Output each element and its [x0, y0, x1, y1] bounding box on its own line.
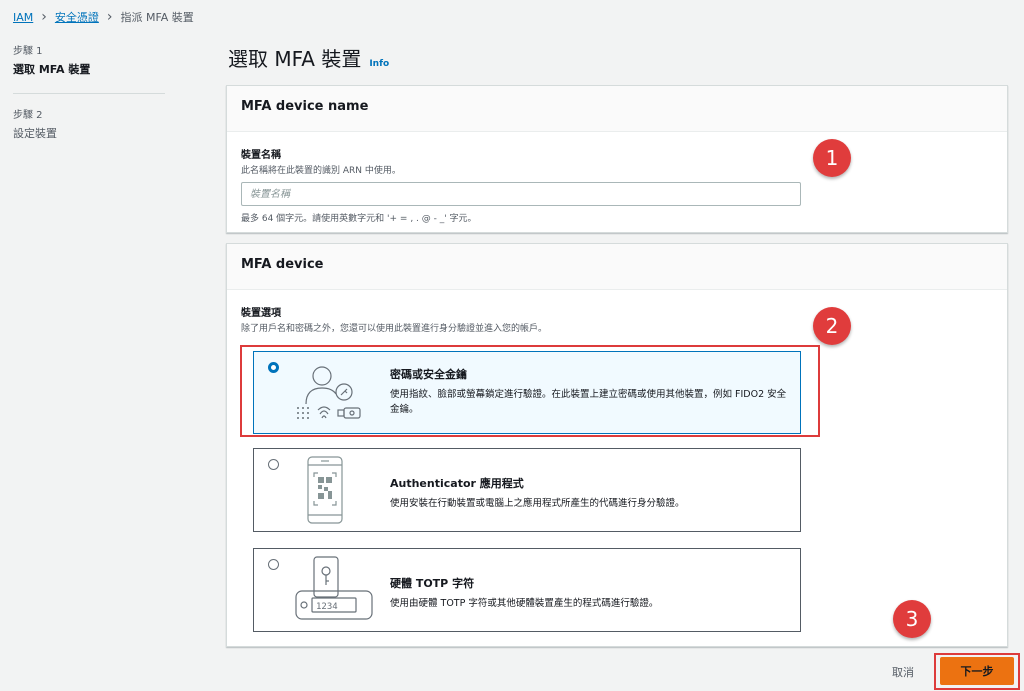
- option-authenticator-app[interactable]: Authenticator 應用程式 使用安裝在行動裝置或電腦上之應用程式所產生…: [253, 448, 801, 532]
- device-name-input[interactable]: [241, 182, 801, 206]
- step-1-label: 步驟 1: [13, 46, 43, 57]
- mfa-device-name-panel: MFA device name 裝置名稱 此名稱將在此裝置的識別 ARN 中使用…: [226, 85, 1008, 233]
- passkey-icon: [297, 366, 361, 419]
- option-hardware-totp-text: 硬體 TOTP 字符 使用由硬體 TOTP 字符或其他硬體裝置產生的程式碼進行驗…: [390, 575, 790, 612]
- panel-body: 裝置選項 除了用戶名和密碼之外，您還可以使用此裝置進行身分驗證並進入您的帳戶。: [227, 290, 1007, 348]
- breadcrumb-iam-link[interactable]: IAM: [13, 11, 33, 24]
- step-2-label: 步驟 2: [13, 110, 43, 121]
- panel-header: MFA device name: [227, 86, 1007, 132]
- breadcrumb-current: 指派 MFA 裝置: [120, 11, 194, 24]
- option-passkey-title: 密碼或安全金鑰: [390, 368, 467, 381]
- option-authenticator-app-text: Authenticator 應用程式 使用安裝在行動裝置或電腦上之應用程式所產生…: [390, 475, 790, 512]
- breadcrumb-security-credentials-link[interactable]: 安全憑證: [55, 9, 99, 25]
- step-1-title: 選取 MFA 裝置: [13, 63, 91, 76]
- breadcrumb: IAM › 安全憑證 › 指派 MFA 裝置: [13, 9, 194, 25]
- info-link[interactable]: Info: [369, 59, 389, 69]
- cancel-button[interactable]: 取消: [892, 664, 914, 680]
- next-button[interactable]: 下一步: [940, 657, 1014, 685]
- device-options-label: 裝置選項: [241, 308, 281, 319]
- option-passkey-description: 使用指紋、臉部或螢幕鎖定進行驗證。在此裝置上建立密碼或使用其他裝置，例如 FID…: [390, 389, 787, 415]
- step-2: 步驟 2 設定裝置: [13, 106, 165, 141]
- wizard-steps: 步驟 1 選取 MFA 裝置 步驟 2 設定裝置: [13, 42, 165, 141]
- chevron-right-icon: ›: [41, 9, 47, 25]
- option-passkey-text: 密碼或安全金鑰 使用指紋、臉部或螢幕鎖定進行驗證。在此裝置上建立密碼或使用其他裝…: [390, 366, 790, 417]
- hardware-token-icon: 1234: [295, 556, 373, 620]
- option-hardware-totp-description: 使用由硬體 TOTP 字符或其他硬體裝置產生的程式碼進行驗證。: [390, 598, 659, 609]
- option-authenticator-app-title: Authenticator 應用程式: [390, 477, 524, 490]
- option-hardware-totp-title: 硬體 TOTP 字符: [390, 577, 475, 590]
- annotation-badge-2: 2: [813, 307, 851, 345]
- authenticator-app-icon: [307, 456, 343, 524]
- step-divider: [13, 93, 165, 94]
- radio-hardware-totp[interactable]: [268, 559, 279, 570]
- device-name-constraint: 最多 64 個字元。請使用英數字元和 '+ = , . @ - _' 字元。: [241, 214, 477, 224]
- step-1: 步驟 1 選取 MFA 裝置: [13, 42, 165, 77]
- device-name-description: 此名稱將在此裝置的識別 ARN 中使用。: [241, 166, 401, 176]
- option-hardware-totp[interactable]: 1234 硬體 TOTP 字符 使用由硬體 TOTP 字符或其他硬體裝置產生的程…: [253, 548, 801, 632]
- page-title: 選取 MFA 裝置 Info: [228, 43, 389, 72]
- step-2-title: 設定裝置: [13, 127, 57, 140]
- chevron-right-icon: ›: [106, 9, 113, 25]
- mfa-device-panel: MFA device 裝置選項 除了用戶名和密碼之外，您還可以使用此裝置進行身分…: [226, 243, 1008, 647]
- device-name-label: 裝置名稱: [241, 150, 281, 161]
- token-display-digits: 1234: [316, 602, 338, 612]
- radio-passkey[interactable]: [268, 362, 279, 373]
- annotation-badge-1: 1: [813, 139, 851, 177]
- panel-header: MFA device: [227, 244, 1007, 290]
- annotation-badge-3: 3: [893, 600, 931, 638]
- radio-authenticator-app[interactable]: [268, 459, 279, 470]
- option-passkey[interactable]: 密碼或安全金鑰 使用指紋、臉部或螢幕鎖定進行驗證。在此裝置上建立密碼或使用其他裝…: [253, 351, 801, 434]
- option-authenticator-app-description: 使用安裝在行動裝置或電腦上之應用程式所產生的代碼進行身分驗證。: [390, 498, 685, 509]
- page-title-text: 選取 MFA 裝置: [228, 47, 362, 71]
- device-options-description: 除了用戶名和密碼之外，您還可以使用此裝置進行身分驗證並進入您的帳戶。: [241, 324, 548, 334]
- panel-body: 裝置名稱 此名稱將在此裝置的識別 ARN 中使用。 最多 64 個字元。請使用英…: [227, 132, 1007, 238]
